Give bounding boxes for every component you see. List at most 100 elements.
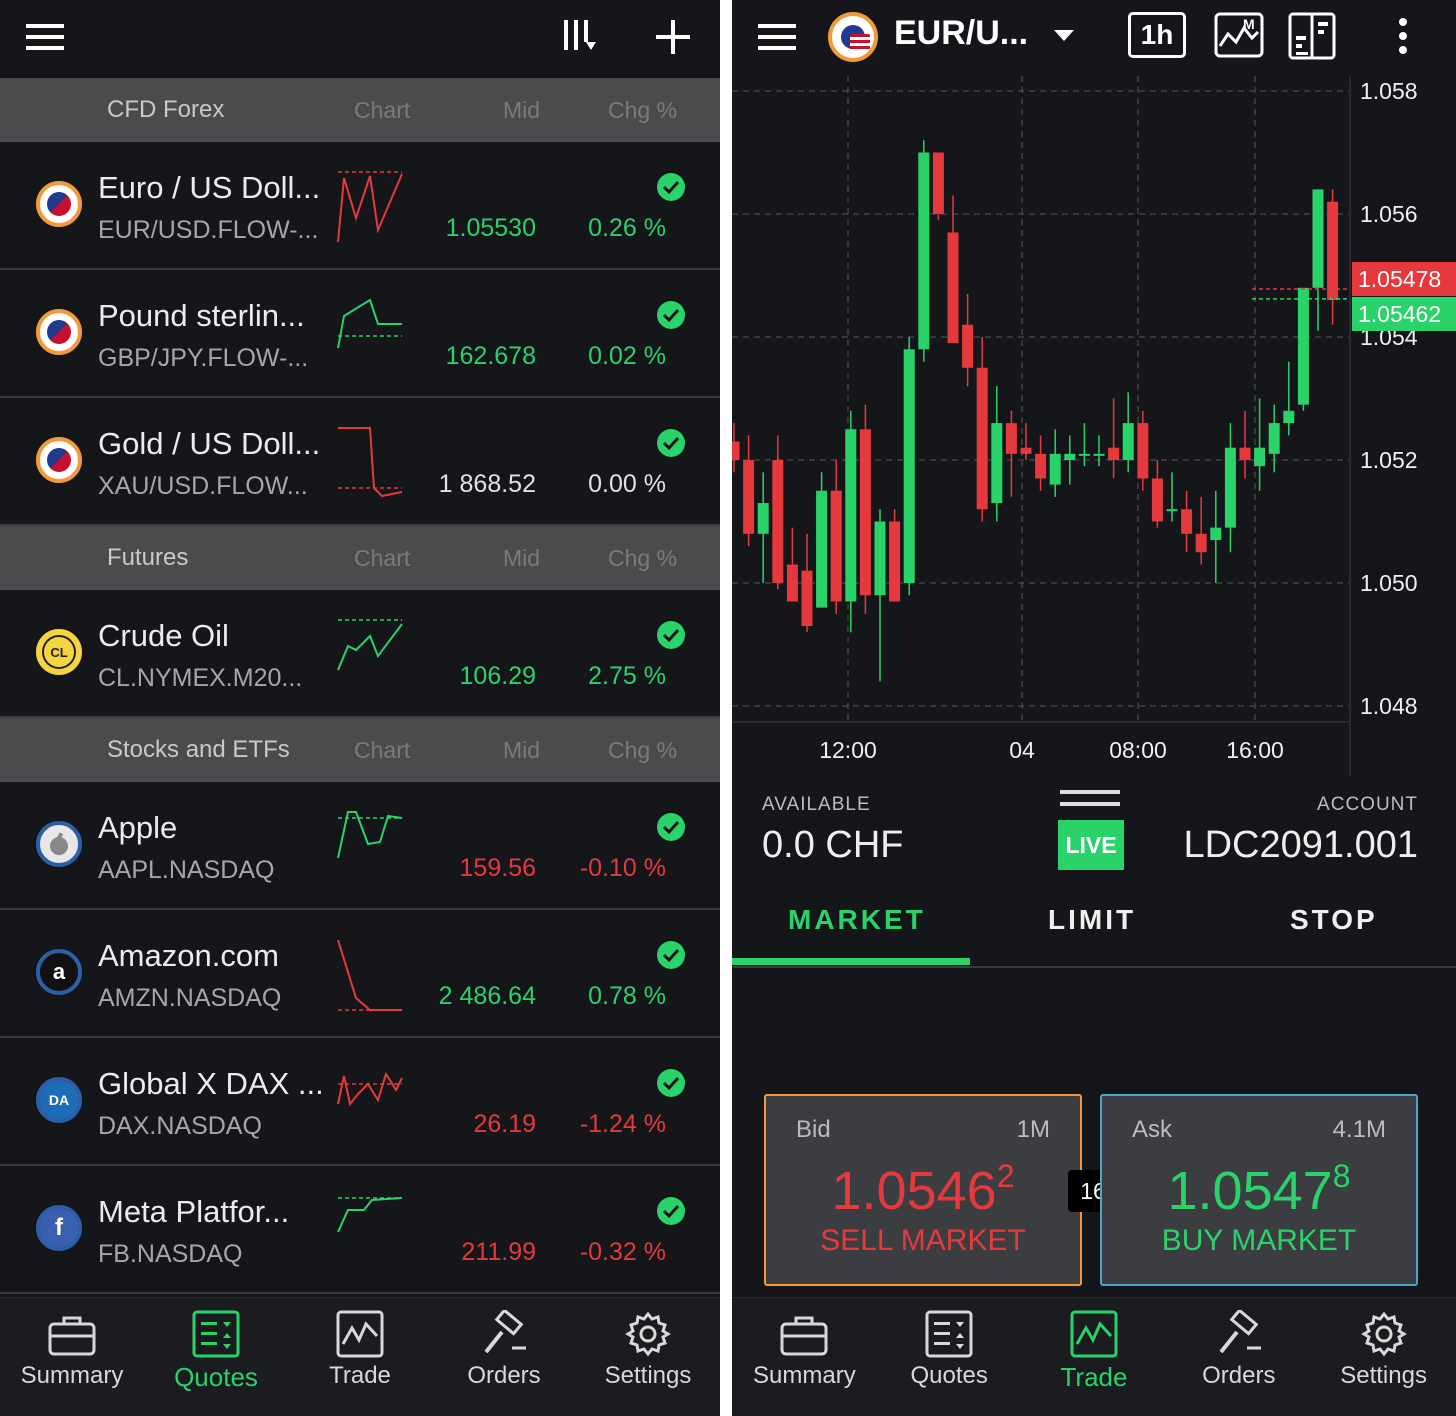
nav-item-summary[interactable]: Summary	[0, 1310, 144, 1410]
section-header[interactable]: Futures Chart Mid Chg %	[0, 526, 720, 590]
nav-item-quotes[interactable]: Quotes	[144, 1310, 288, 1410]
buy-market-label: BUY MARKET	[1161, 1224, 1357, 1257]
nav-item-settings[interactable]: Settings	[576, 1310, 720, 1410]
sell-market-button[interactable]: Bid 1M 1.05462 SELL MARKET	[764, 1094, 1082, 1286]
candle-body	[962, 324, 974, 368]
y-tick-label: 1.052	[1360, 447, 1418, 473]
quote-row[interactable]: Pound sterlin... GBP/JPY.FLOW-... 162.678 0…	[0, 270, 720, 398]
nav-item-trade[interactable]: Trade	[288, 1310, 432, 1410]
candle-body	[991, 423, 1003, 504]
gear-icon	[625, 1311, 671, 1357]
candle-body	[1181, 509, 1193, 534]
instrument-symbol: CL.NYMEX.M20...	[98, 664, 303, 692]
candle-body	[732, 441, 740, 460]
bottom-nav: Summary Quotes Trade Orders Settings	[732, 1297, 1456, 1416]
candle-body	[1093, 453, 1105, 456]
quote-row[interactable]: DA Global X DAX ... DAX.NASDAQ 26.19 -1.24 %	[0, 1038, 720, 1166]
gavel-icon	[484, 1310, 526, 1354]
candle-body	[743, 460, 755, 534]
gear-icon	[1360, 1311, 1407, 1357]
nav-item-quotes[interactable]: Quotes	[877, 1310, 1021, 1410]
bid-price: 1.05462	[831, 1158, 1015, 1221]
nav-item-label: Settings	[604, 1362, 692, 1389]
instrument-symbol: DAX.NASDAQ	[98, 1112, 262, 1140]
tab-stop[interactable]: STOP	[1290, 904, 1378, 936]
timeframe-button[interactable]: 1h	[1128, 12, 1186, 58]
nav-item-label: Trade	[1060, 1362, 1128, 1392]
candle-body	[903, 349, 915, 583]
nav-item-settings[interactable]: Settings	[1312, 1310, 1456, 1410]
nav-item-label: Quotes	[174, 1362, 258, 1392]
quote-row[interactable]: a Amazon.com AMZN.NASDAQ 2 486.64 0.78 %	[0, 910, 720, 1038]
account-value[interactable]: LDC2091.001	[1183, 824, 1418, 867]
available-value: 0.0 CHF	[762, 824, 904, 866]
change-percent: 2.75 %	[588, 662, 666, 690]
more-options-icon[interactable]	[1396, 16, 1410, 56]
column-chart-header: Chart	[354, 737, 411, 763]
price-chart[interactable]: 1.0581.0561.0541.0521.0501.04812:00 04 08:…	[732, 76, 1456, 776]
order-type-tabs: MARKET LIMIT STOP	[732, 880, 1456, 968]
drag-handle-icon[interactable]	[1058, 788, 1122, 810]
nav-item-orders[interactable]: Orders	[432, 1310, 576, 1410]
gavel-icon	[1219, 1310, 1261, 1354]
check-circle-icon	[657, 429, 685, 457]
plus-icon[interactable]	[654, 18, 692, 56]
candle-body	[947, 232, 959, 344]
nav-item-summary[interactable]: Summary	[732, 1310, 876, 1410]
section-header[interactable]: Stocks and ETFs Chart Mid Chg %	[0, 718, 720, 782]
order-book-icon[interactable]	[1288, 12, 1336, 60]
bid-price-tag: 1.05462	[1352, 297, 1456, 331]
menu-icon[interactable]	[758, 22, 796, 52]
f-icon: f	[36, 1205, 82, 1251]
instrument-symbol: EUR/USD.FLOW-...	[98, 216, 319, 244]
column-mid-header: Mid	[503, 545, 541, 571]
instrument-title[interactable]: EUR/U...	[894, 14, 1028, 53]
tab-limit[interactable]: LIMIT	[1048, 904, 1136, 936]
candle-body	[932, 152, 944, 214]
instrument-symbol: FB.NASDAQ	[98, 1240, 243, 1268]
column-chg-header: Chg %	[608, 545, 678, 571]
column-chart-header: Chart	[354, 97, 411, 123]
section-header[interactable]: CFD Forex Chart Mid Chg %	[0, 78, 720, 142]
mid-price: 2 486.64	[438, 982, 536, 1010]
candle-body	[830, 490, 842, 602]
candle-body	[889, 521, 901, 602]
quotes-screen: CFD Forex Chart Mid Chg % Euro / US Doll... E…	[0, 0, 720, 1416]
nav-item-label: Quotes	[910, 1362, 988, 1389]
candle-body	[1049, 453, 1061, 485]
quote-row[interactable]: Gold / US Doll... XAU/USD.FLOW... 1 868.52…	[0, 398, 720, 526]
mid-price: 159.56	[459, 854, 536, 882]
chart-background	[732, 76, 1456, 776]
active-tab-indicator	[732, 958, 970, 965]
instrument-symbol: AAPL.NASDAQ	[98, 856, 275, 884]
buy-market-button[interactable]: Ask 4.1M 1.05478 BUY MARKET	[1100, 1094, 1418, 1286]
instrument-name: Euro / US Doll...	[98, 170, 321, 205]
nav-item-orders[interactable]: Orders	[1167, 1310, 1311, 1410]
apple-logo-icon	[36, 821, 82, 867]
cl-icon: CL	[36, 629, 82, 675]
menu-icon[interactable]	[26, 22, 64, 52]
quote-row[interactable]: Euro / US Doll... EUR/USD.FLOW-... 1.05530…	[0, 142, 720, 270]
sparkline-chart	[337, 811, 403, 859]
tab-market[interactable]: MARKET	[788, 904, 926, 936]
quote-row[interactable]: f Meta Platfor... FB.NASDAQ 211.99 -0.32 %	[0, 1166, 720, 1294]
nav-item-trade[interactable]: Trade	[1022, 1310, 1166, 1410]
candle-body	[1035, 453, 1047, 479]
instrument-name: Global X DAX ...	[98, 1066, 324, 1101]
candle-body	[1108, 447, 1120, 460]
change-percent: 0.78 %	[588, 982, 666, 1010]
candle-body	[845, 429, 857, 602]
quotes-list-icon	[192, 1310, 240, 1358]
instrument-name: Meta Platfor...	[98, 1194, 290, 1229]
sparkline-chart	[338, 427, 403, 498]
sort-columns-icon[interactable]	[562, 18, 602, 56]
quotes-top-bar	[0, 0, 720, 76]
chart-type-icon[interactable]: M	[1214, 12, 1264, 58]
quote-row[interactable]: CL Crude Oil CL.NYMEX.M20... 106.29 2.75 %	[0, 590, 720, 718]
change-percent: 0.00 %	[588, 470, 666, 498]
sparkline-chart	[337, 298, 402, 349]
quote-row[interactable]: Apple AAPL.NASDAQ 159.56 -0.10 %	[0, 782, 720, 910]
candle-body	[1078, 453, 1090, 456]
mid-price: 26.19	[473, 1110, 536, 1138]
chevron-down-icon[interactable]	[1052, 28, 1076, 44]
